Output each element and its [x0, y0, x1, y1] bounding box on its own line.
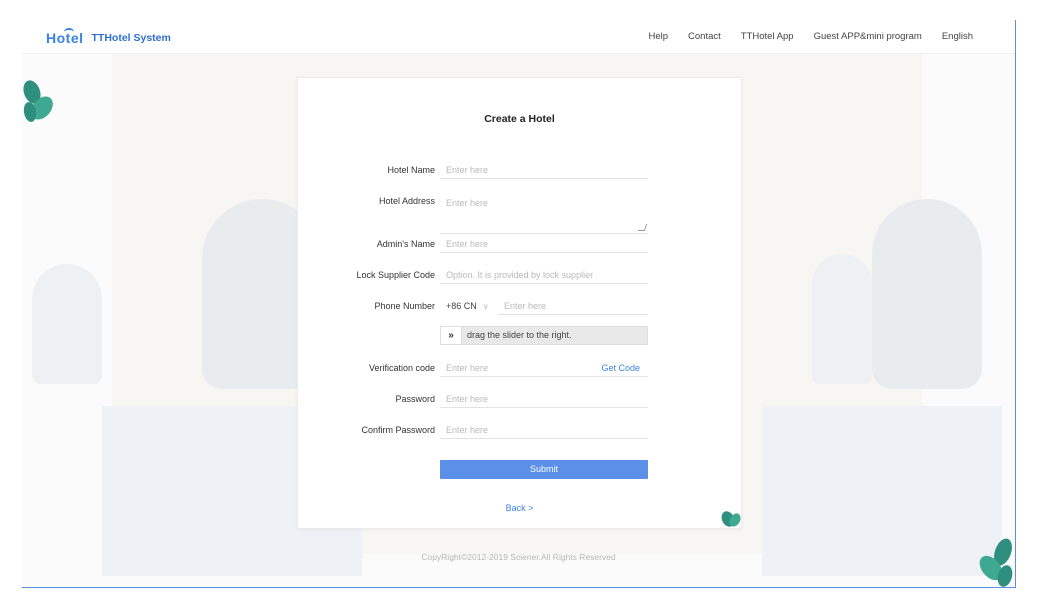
admin-name-row: Admin's Name Enter here	[298, 232, 741, 256]
lock-supplier-label: Lock Supplier Code	[356, 270, 435, 280]
password-label: Password	[395, 394, 435, 404]
page-title: Create a Hotel	[484, 113, 555, 125]
background-desk-right	[762, 406, 1002, 576]
confirm-password-row: Confirm Password Enter here	[298, 418, 741, 442]
admin-name-label: Admin's Name	[376, 239, 435, 249]
nav-tthotel-app[interactable]: TTHotel App	[741, 31, 794, 42]
lock-supplier-input[interactable]: Option. It is provided by lock supplier	[440, 266, 648, 284]
footer-copyright: CopyRight©2012-2019 Sciener.All Rights R…	[421, 552, 616, 562]
chevron-down-icon: ∨	[482, 302, 489, 311]
phone-row: Phone Number +86 CN ∨ Enter here	[298, 294, 741, 318]
app-title: TTHotel System	[91, 32, 171, 44]
background-plant-left	[32, 264, 102, 384]
verification-placeholder: Enter here	[446, 363, 489, 373]
phone-label: Phone Number	[374, 301, 435, 311]
admin-name-input[interactable]: Enter here	[440, 235, 648, 253]
verification-label: Verification code	[368, 363, 435, 373]
nav-guest-app[interactable]: Guest APP&mini program	[814, 31, 922, 42]
slider-handle[interactable]: »	[441, 327, 462, 344]
background-plant-right	[812, 254, 872, 384]
verification-input[interactable]: Enter here Get Code	[440, 359, 648, 377]
nav-language[interactable]: English	[942, 31, 973, 42]
get-code-link[interactable]: Get Code	[601, 359, 640, 377]
leaf-decoration-card-icon	[721, 511, 741, 527]
password-input[interactable]: Enter here	[440, 390, 648, 408]
confirm-password-input[interactable]: Enter here	[440, 421, 648, 439]
submit-button[interactable]: Submit	[440, 460, 648, 479]
top-bar: Hotel TTHotel System Help Contact TTHote…	[22, 20, 1015, 54]
lock-supplier-row: Lock Supplier Code Option. It is provide…	[298, 263, 741, 287]
confirm-password-label: Confirm Password	[361, 425, 435, 435]
leaf-decoration-top-left-icon	[23, 80, 53, 122]
verification-row: Verification code Enter here Get Code	[298, 356, 741, 380]
top-nav: Help Contact TTHotel App Guest APP&mini …	[648, 31, 973, 42]
app-window: Hotel TTHotel System Help Contact TTHote…	[22, 20, 1016, 588]
password-row: Password Enter here	[298, 387, 741, 411]
nav-help[interactable]: Help	[648, 31, 668, 42]
logo-mark: Hotel	[46, 28, 84, 46]
country-code-value: +86 CN	[446, 301, 477, 311]
slider-hint: drag the slider to the right.	[467, 330, 572, 340]
slider-captcha[interactable]: » drag the slider to the right.	[440, 326, 648, 345]
logo[interactable]: Hotel TTHotel System	[46, 28, 171, 48]
hotel-address-row: Hotel Address Enter here	[298, 189, 741, 235]
background-person-right	[872, 199, 982, 389]
leaf-decoration-bottom-right-icon	[979, 538, 1013, 587]
country-code-select[interactable]: +86 CN ∨	[440, 297, 495, 315]
hotel-name-input[interactable]: Enter here	[440, 161, 648, 179]
back-link[interactable]: Back >	[298, 503, 741, 513]
hotel-address-textarea[interactable]: Enter here	[440, 192, 648, 234]
hotel-address-label: Hotel Address	[378, 196, 435, 206]
hotel-name-row: Hotel Name Enter here	[298, 158, 741, 182]
hotel-name-label: Hotel Name	[387, 165, 435, 175]
nav-contact[interactable]: Contact	[688, 31, 721, 42]
phone-input[interactable]: Enter here	[498, 297, 648, 315]
create-hotel-card: Create a Hotel Hotel Name Enter here Hot…	[297, 77, 742, 529]
